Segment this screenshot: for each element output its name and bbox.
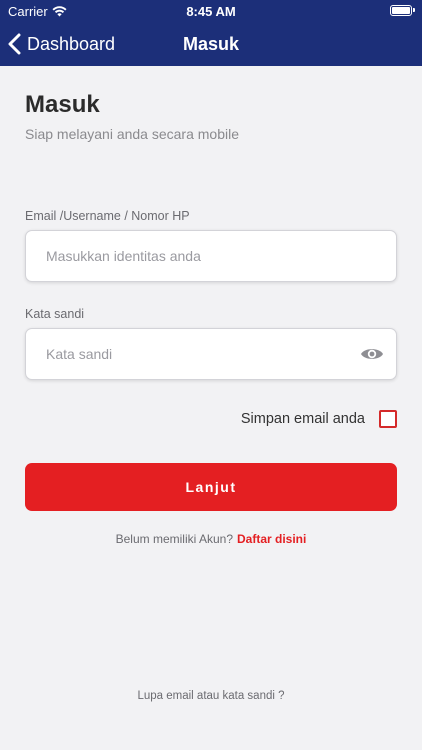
register-prompt: Belum memiliki Akun? Daftar disini xyxy=(0,532,422,546)
identity-field xyxy=(25,230,397,282)
back-button-label: Dashboard xyxy=(27,33,116,54)
status-bar: Carrier 8:45 AM xyxy=(0,0,422,22)
battery-icon xyxy=(390,5,415,16)
page-subtitle: Siap melayani anda secara mobile xyxy=(25,126,240,142)
register-link[interactable]: Daftar disini xyxy=(237,532,306,546)
remember-label: Simpan email anda xyxy=(240,411,365,427)
identity-label: Email /Username / Nomor HP xyxy=(25,209,190,223)
chevron-left-icon xyxy=(8,33,21,55)
password-label: Kata sandi xyxy=(25,307,85,321)
page-header: Masuk Siap melayani anda secara mobile xyxy=(25,90,397,142)
password-field xyxy=(25,328,397,380)
eye-icon[interactable] xyxy=(360,344,384,364)
back-button[interactable]: Dashboard xyxy=(8,30,115,58)
status-time: 8:45 AM xyxy=(186,4,236,19)
remember-checkbox[interactable] xyxy=(379,410,397,428)
password-input[interactable] xyxy=(46,329,346,379)
identity-input[interactable] xyxy=(46,231,346,281)
navigation-bar: Carrier 8:45 AM Dashboard Masuk xyxy=(0,0,422,66)
remember-email: Simpan email anda xyxy=(241,410,397,428)
register-text: Belum memiliki Akun? xyxy=(115,532,233,546)
continue-button[interactable]: Lanjut xyxy=(25,463,397,511)
page-title: Masuk xyxy=(25,91,100,118)
forgot-credentials-link[interactable]: Lupa email atau kata sandi ? xyxy=(0,690,422,702)
